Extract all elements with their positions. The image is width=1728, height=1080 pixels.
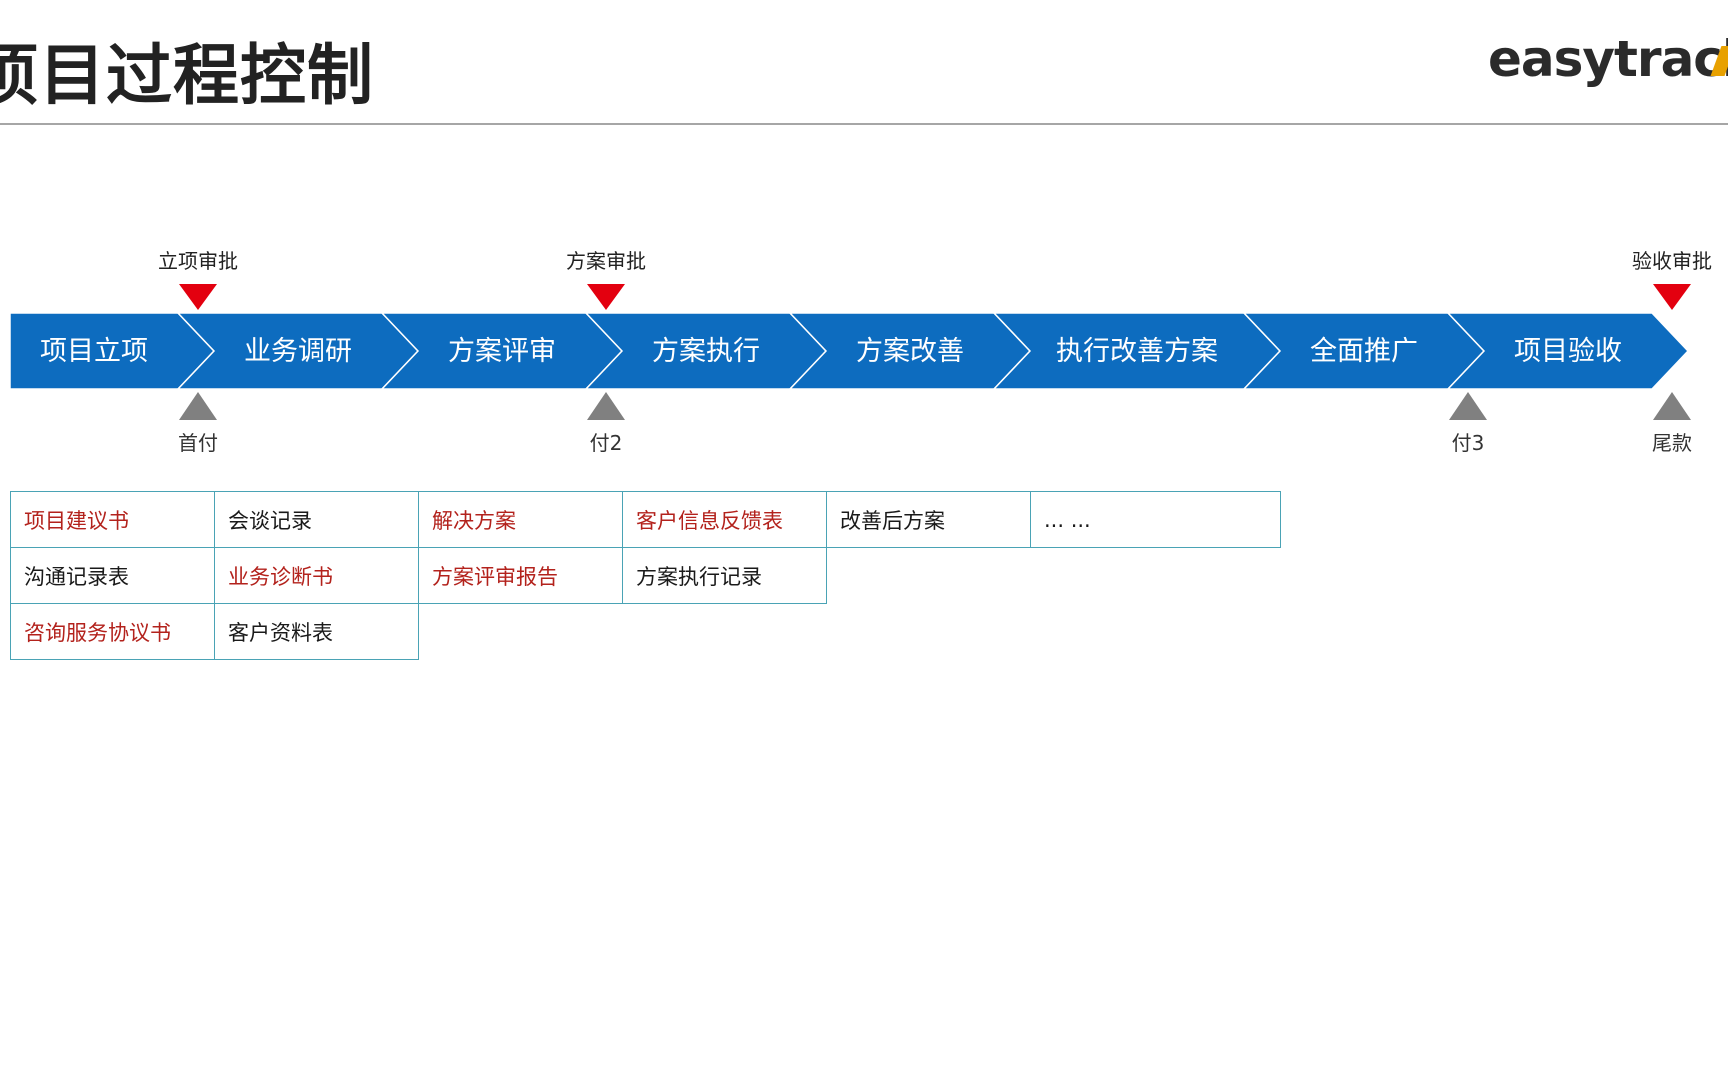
empty-cell [1031,548,1281,604]
deliverables-table: 项目建议书 会谈记录 解决方案 客户信息反馈表 改善后方案... ... 沟通记录表 业务诊… [10,491,1281,660]
stage-label: 方案改善 [856,336,964,367]
approval-label: 方案审批 [566,249,646,273]
document-cell: 会谈记录 [214,491,419,548]
payment-label: 尾款 [1652,431,1692,455]
payment-marker-icon [1449,392,1487,420]
empty-cell [827,548,1031,604]
process-flow-diagram: 项目立项 业务调研 方案评审 方案执行 方案改善 执行改善方案 全面推广 项目验收 立项审批 方案… [9,249,1712,455]
approval-marker-icon [587,284,625,310]
stage-label: 项目验收 [1514,336,1622,367]
empty-cell [827,604,1031,660]
stage-label: 方案评审 [448,336,556,367]
document-cell: 方案评审报告 [418,547,623,604]
document-cell: 改善后方案 [826,491,1031,548]
document-cell: 方案执行记录 [622,547,827,604]
payment-marker-icon [587,392,625,420]
table-row: 项目建议书 会谈记录 解决方案 客户信息反馈表 改善后方案... ... [10,491,1281,548]
document-cell: 项目建议书 [10,491,215,548]
approval-marker-icon [179,284,217,310]
empty-cell [419,604,623,660]
payment-label: 首付 [178,431,218,455]
stage-label: 执行改善方案 [1056,336,1218,367]
stage-label: 项目立项 [40,336,148,367]
stage-label: 方案执行 [652,336,760,367]
table-row: 沟通记录表 业务诊断书 方案评审报告 方案执行记录 [10,547,1281,604]
stage-label: 业务调研 [244,336,352,367]
payment-label: 付2 [590,431,623,455]
document-cell: 咨询服务协议书 [10,603,215,660]
approval-label: 立项审批 [158,249,238,273]
payment-label: 付3 [1452,431,1485,455]
document-cell: 沟通记录表 [10,547,215,604]
document-cell: 解决方案 [418,491,623,548]
approval-label: 验收审批 [1632,249,1712,273]
empty-cell [1031,604,1281,660]
empty-cell [623,604,827,660]
stage-label: 全面推广 [1310,336,1418,367]
document-cell: 客户资料表 [214,603,419,660]
payment-marker-icon [1653,392,1691,420]
document-cell: ... ... [1030,491,1281,548]
document-cell: 业务诊断书 [214,547,419,604]
table-row: 咨询服务协议书 客户资料表 [10,603,1281,660]
approval-marker-icon [1653,284,1691,310]
document-cell: 客户信息反馈表 [622,491,827,548]
payment-marker-icon [179,392,217,420]
